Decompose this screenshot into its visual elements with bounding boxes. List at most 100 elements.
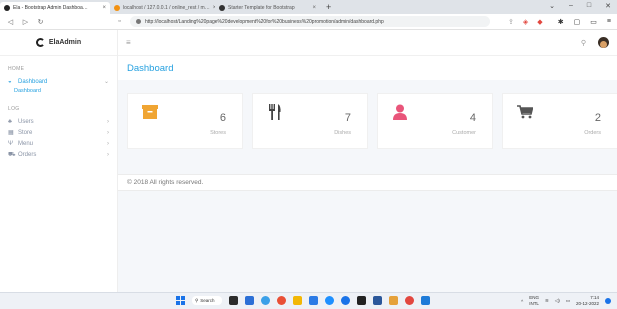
phpmyadmin-favicon-icon: [114, 5, 120, 11]
menu-icon: Ψ: [8, 140, 14, 147]
orders-icon: ⛟: [8, 151, 16, 158]
stat-label: Dishes: [334, 130, 351, 136]
browser-tab-bootstrap[interactable]: Starter Template for Bootstrap ×: [215, 2, 320, 14]
date-text: 20-12-2022: [575, 301, 599, 306]
xampp-icon[interactable]: [389, 296, 398, 305]
chevron-down-icon: ⌄: [103, 79, 109, 85]
chevron-right-icon: ›: [107, 151, 109, 158]
extension-icons: ⇪ ◈ ◆: [508, 18, 543, 26]
sidebar-item-dashboard[interactable]: ◒ Dashboard ⌄: [0, 76, 117, 87]
extension-icon[interactable]: ◆: [537, 18, 542, 26]
vscode-icon[interactable]: [421, 296, 430, 305]
chevron-up-icon[interactable]: ^: [521, 299, 523, 304]
language-indicator[interactable]: ENG INTL: [529, 295, 539, 307]
ela-favicon-icon: [4, 5, 10, 11]
bookmark-icon[interactable]: ▫: [115, 18, 124, 25]
sidebar-item-menu[interactable]: Ψ Menu ›: [0, 138, 117, 149]
sidebar-item-label: Orders: [18, 151, 37, 158]
main-content: Dashboard 6 Stores 7 Dishes 4 Customer 2…: [118, 56, 617, 292]
chevron-down-icon[interactable]: ⌄: [549, 2, 555, 10]
page-title: Dashboard: [118, 56, 617, 80]
stat-cards: 6 Stores 7 Dishes 4 Customer 2 Orders: [127, 93, 617, 149]
brand-logo[interactable]: ElaAdmin: [0, 30, 117, 56]
task-view-icon[interactable]: [229, 296, 238, 305]
mail-icon[interactable]: [309, 296, 318, 305]
chevron-right-icon: ›: [107, 129, 109, 136]
reload-icon[interactable]: ↻: [36, 18, 45, 26]
copyright-text: © 2018 All rights reserved.: [127, 179, 204, 186]
taskbar-apps: ⚲ Search: [176, 296, 430, 305]
sidebar-subitem-dashboard[interactable]: Dashboard: [0, 87, 117, 96]
stat-label: Stores: [210, 130, 226, 136]
keyboard-layout: INTL: [529, 301, 539, 306]
edge-browser-icon[interactable]: [261, 296, 270, 305]
terminal-icon[interactable]: [357, 296, 366, 305]
stat-label: Orders: [584, 130, 601, 136]
maximize-icon[interactable]: □: [587, 2, 591, 10]
widgets-icon[interactable]: [245, 296, 254, 305]
browser-icon[interactable]: [341, 296, 350, 305]
start-icon[interactable]: [176, 296, 185, 305]
stat-card-orders: 2 Orders: [502, 93, 617, 149]
sidebar-icon[interactable]: ▢: [574, 18, 581, 26]
archive-icon: [142, 104, 158, 120]
section-heading-log: LOG: [8, 106, 20, 112]
notification-icon[interactable]: [605, 298, 611, 304]
more-menu-icon[interactable]: ≡: [607, 18, 611, 26]
bootstrap-favicon-icon: [219, 5, 225, 11]
minimize-icon[interactable]: –: [569, 2, 573, 10]
browser-tab-phpmyadmin[interactable]: localhost / 127.0.0.1 / online_rest / m……: [110, 2, 215, 14]
wallet-icon[interactable]: ▭: [590, 18, 597, 26]
page-footer: © 2018 All rights reserved.: [118, 174, 617, 191]
taskbar-search[interactable]: ⚲ Search: [192, 296, 222, 305]
chevron-right-icon: ›: [107, 140, 109, 147]
close-window-icon[interactable]: ✕: [605, 2, 611, 10]
puzzle-icon[interactable]: ✱: [558, 18, 564, 26]
sidebar-item-label: Dashboard: [18, 78, 48, 85]
site-info-icon[interactable]: [136, 19, 141, 24]
word-icon[interactable]: [373, 296, 382, 305]
brand-name: ElaAdmin: [48, 39, 82, 46]
hamburger-icon[interactable]: ≡: [126, 38, 131, 47]
stat-label: Customer: [452, 130, 476, 136]
os-taskbar: ⚲ Search ^ ENG INTL ≋ ◁) ▭ 7:14 20-12-20…: [0, 292, 617, 309]
user-icon: [392, 104, 408, 120]
battery-icon[interactable]: ▭: [566, 298, 570, 304]
cortana-icon[interactable]: [325, 296, 334, 305]
chrome-browser-icon[interactable]: [277, 296, 286, 305]
stat-value: 4: [469, 112, 476, 124]
address-bar-row: ◁ ▷ ↻ ▫ http://localhost/Landing%20page%…: [0, 14, 617, 30]
new-tab-button[interactable]: +: [326, 2, 331, 14]
browser-tab-active[interactable]: Ela - Bootstrap Admin Dashboa… ×: [0, 2, 110, 14]
search-icon[interactable]: ⚲: [581, 39, 586, 47]
url-field[interactable]: http://localhost/Landing%20page%20develo…: [130, 16, 490, 27]
sidebar-item-store[interactable]: ▦ Store ›: [0, 127, 117, 138]
brave-browser-icon[interactable]: [405, 296, 414, 305]
wifi-icon[interactable]: ≋: [545, 298, 549, 304]
back-icon[interactable]: ◁: [6, 18, 15, 26]
browser-toolbar-right: ✱ ▢ ▭ ≡: [558, 18, 611, 26]
avatar[interactable]: [598, 37, 609, 48]
tab-label: localhost / 127.0.0.1 / online_rest / m…: [123, 5, 210, 11]
close-tab-icon[interactable]: ×: [312, 5, 316, 11]
sidebar-item-users[interactable]: ♣ Users ›: [0, 116, 117, 127]
cart-icon: [517, 104, 533, 120]
clock[interactable]: 7:14 20-12-2022: [576, 295, 599, 307]
system-tray: ^ ENG INTL ≋ ◁) ▭ 7:14 20-12-2022: [521, 295, 611, 307]
volume-icon[interactable]: ◁): [555, 298, 560, 304]
sidebar-item-orders[interactable]: ⛟ Orders ›: [0, 149, 117, 160]
close-tab-icon[interactable]: ×: [102, 5, 106, 11]
time-text: 7:14: [590, 295, 599, 300]
stat-value: 2: [594, 112, 601, 124]
chevron-right-icon: ›: [107, 118, 109, 125]
section-heading-home: HOME: [8, 66, 25, 72]
store-icon: ▦: [8, 130, 14, 136]
file-explorer-icon[interactable]: [293, 296, 302, 305]
share-icon[interactable]: ⇪: [508, 18, 514, 26]
shield-icon[interactable]: ◈: [523, 18, 528, 26]
stat-card-stores: 6 Stores: [127, 93, 243, 149]
language-code: ENG: [529, 295, 539, 300]
sidebar-item-label: Menu: [18, 140, 34, 147]
users-icon: ♣: [8, 118, 12, 125]
forward-icon[interactable]: ▷: [21, 18, 30, 26]
